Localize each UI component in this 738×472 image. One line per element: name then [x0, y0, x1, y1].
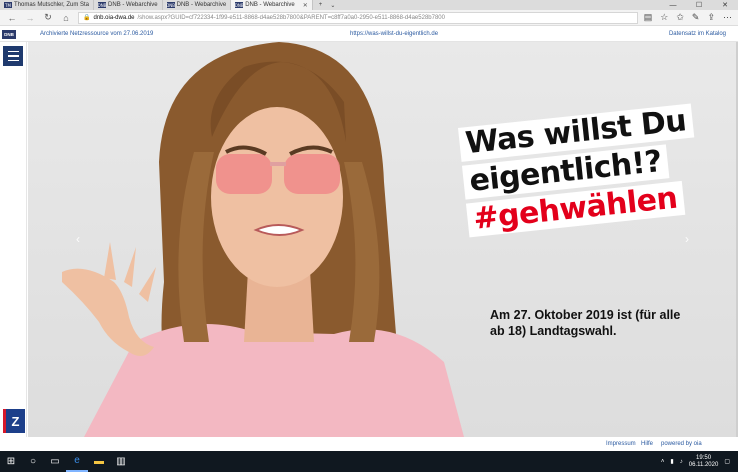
share-icon[interactable]: ⇪: [707, 12, 715, 23]
notifications-icon[interactable]: ▢: [724, 458, 730, 465]
lock-icon: 🔒: [83, 15, 91, 21]
browser-tab-2[interactable]: DNB DNB - Webarchive: [94, 0, 163, 10]
favorite-star-icon[interactable]: ☆: [660, 12, 668, 23]
network-icon[interactable]: ▮: [670, 458, 673, 465]
archived-resource-label: Archivierte Netzressource vom 27.06.2019: [40, 31, 154, 37]
new-tab-icon[interactable]: +: [319, 2, 323, 8]
browser-tab-4-active[interactable]: DNB DNB - Webarchive ✕: [231, 0, 313, 10]
headline-block: Was willst Du eigentlich!? #gehwählen: [458, 103, 702, 242]
browser-tab-3[interactable]: DNB DNB - Webarchive: [163, 0, 232, 10]
minimize-icon[interactable]: —: [660, 0, 686, 10]
windows-taskbar: ⊞ ○ ▭ e ▬ ▥ ˄ ▮ ♪ 19:50 06.11.2020 ▢: [0, 451, 738, 472]
tab-favicon: DNB: [97, 2, 107, 8]
dnb-logo[interactable]: DNB: [2, 30, 16, 39]
powered-by-link[interactable]: powered by oia: [661, 441, 702, 447]
tray-chevron-icon[interactable]: ˄: [661, 459, 665, 465]
tab-list-icon[interactable]: ⌄: [330, 2, 335, 9]
edge-browser-icon[interactable]: e: [66, 451, 88, 472]
tab-title: DNB - Webarchive: [176, 2, 227, 8]
carousel-next-arrow-icon[interactable]: ›: [685, 232, 689, 246]
more-menu-icon[interactable]: ⋯: [723, 12, 732, 23]
archived-hero-slide: ‹ › Was willst Du eigentlich!? #gehwähle…: [28, 42, 736, 437]
archive-footer: Impressum Hilfe powered by oia: [0, 437, 738, 451]
url-path: /show.aspx?GUID=cf722334-1f99-e511-8868-…: [137, 14, 445, 21]
back-arrow-icon[interactable]: ←: [6, 13, 18, 23]
volume-icon[interactable]: ♪: [680, 459, 683, 465]
election-date-text: Am 27. Oktober 2019 ist (für alle ab 18)…: [490, 308, 681, 338]
taskbar-clock[interactable]: 19:50 06.11.2020: [689, 455, 719, 469]
home-icon[interactable]: ⌂: [60, 13, 72, 23]
file-explorer-icon[interactable]: ▬: [88, 451, 110, 472]
address-bar[interactable]: 🔒 dnb.oia-dwa.de /show.aspx?GUID=cf72233…: [78, 11, 638, 24]
browser-nav-bar: ← → ↻ ⌂ 🔒 dnb.oia-dwa.de /show.aspx?GUID…: [0, 10, 738, 26]
z-logo-badge[interactable]: Z: [3, 409, 25, 433]
refresh-icon[interactable]: ↻: [42, 12, 54, 23]
favorites-hub-icon[interactable]: ✩: [676, 12, 684, 23]
carousel-prev-arrow-icon[interactable]: ‹: [76, 232, 80, 246]
tab-title: DNB - Webarchive: [108, 2, 158, 8]
archived-url-link[interactable]: https://was-willst-du-eigentlich.de: [350, 31, 438, 37]
tab-favicon: TM: [4, 2, 12, 8]
portrait-image: [62, 42, 464, 437]
dnb-archive-header: DNB Archivierte Netzressource vom 27.06.…: [0, 28, 738, 42]
tab-title: Thomas Mutschler, Zum Sta: [14, 2, 90, 8]
windows-start-icon[interactable]: ⊞: [0, 451, 22, 472]
close-tab-icon[interactable]: ✕: [303, 2, 308, 9]
task-view-icon[interactable]: ▭: [44, 451, 66, 472]
close-window-icon[interactable]: ✕: [712, 0, 738, 10]
maximize-icon[interactable]: ☐: [686, 0, 712, 10]
catalog-record-link[interactable]: Datensatz im Katalog: [669, 31, 726, 37]
tab-title: DNB - Webarchive: [245, 2, 295, 8]
impressum-link[interactable]: Impressum: [606, 441, 636, 447]
browser-tab-1[interactable]: TM Thomas Mutschler, Zum Sta: [0, 0, 95, 10]
tab-favicon: DNB: [234, 2, 244, 8]
search-icon[interactable]: ○: [22, 451, 44, 472]
notes-pen-icon[interactable]: ✎: [692, 12, 700, 23]
app-icon[interactable]: ▥: [110, 451, 132, 472]
browser-tab-strip: TM Thomas Mutschler, Zum Sta DNB DNB - W…: [0, 0, 738, 10]
forward-arrow-icon[interactable]: →: [24, 13, 36, 23]
hamburger-menu-icon[interactable]: [3, 46, 23, 66]
help-link[interactable]: Hilfe: [641, 441, 653, 447]
url-host: dnb.oia-dwa.de: [93, 14, 135, 21]
reading-view-icon[interactable]: ▤: [644, 12, 653, 23]
archived-page-sidebar: Z: [0, 42, 27, 437]
tab-favicon: DNB: [166, 2, 176, 8]
clock-time: 19:50: [696, 454, 712, 461]
clock-date: 06.11.2020: [688, 461, 719, 468]
